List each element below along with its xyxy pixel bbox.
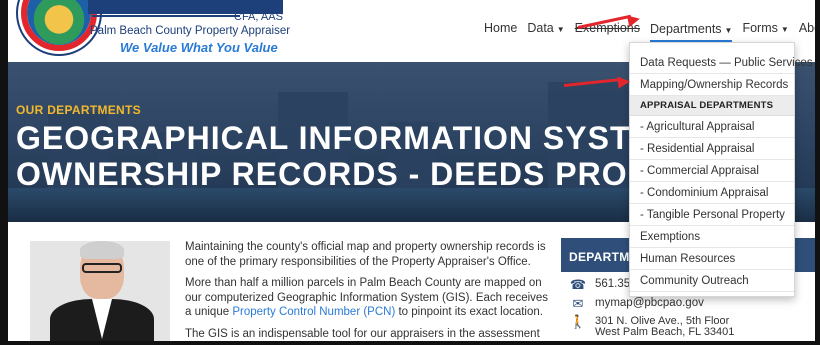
contact-address[interactable]: 🚶 301 N. Olive Ave., 5th Floor West Palm… — [561, 314, 815, 338]
annotation-arrowhead — [617, 75, 631, 89]
department-description: Maintaining the county's official map an… — [185, 240, 551, 341]
menu-item-tangible-personal-property[interactable]: - Tangible Personal Property — [630, 204, 794, 226]
departments-dropdown-menu: Data Requests — Public Services Mapping/… — [629, 42, 813, 297]
section-kicker: OUR DEPARTMENTS — [16, 103, 141, 117]
menu-item-condominium[interactable]: - Condominium Appraisal — [630, 182, 794, 204]
description-paragraph-1: Maintaining the county's official map an… — [185, 241, 546, 268]
photo-glasses — [82, 263, 122, 273]
description-paragraph-2: More than half a million parcels in Palm… — [185, 276, 551, 320]
menu-item-commercial[interactable]: - Commercial Appraisal — [630, 160, 794, 182]
menu-item-mapping-ownership-records[interactable]: Mapping/Ownership Records — [630, 74, 794, 96]
nav-data-label: Data — [527, 21, 554, 35]
main-nav: Home Data ▼ Exemptions Departments ▼ Forms… — [484, 18, 815, 42]
menu-item-agricultural[interactable]: - Agricultural Appraisal — [630, 116, 794, 138]
nav-forms-label: Forms — [742, 21, 778, 35]
menu-item-data-requests[interactable]: Data Requests — Public Services — [630, 52, 813, 74]
nav-about-label: About — [798, 21, 815, 35]
staff-photo — [30, 241, 170, 341]
photo-hair — [80, 241, 124, 259]
menu-item-community-outreach[interactable]: Community Outreach — [630, 270, 794, 292]
chevron-down-icon: ▼ — [724, 25, 733, 35]
pcn-link[interactable]: Property Control Number (PCN) — [232, 306, 395, 318]
email-address: mymap@pbcpao.gov — [595, 297, 704, 309]
brand-credentials: CFA, AAS — [234, 11, 283, 23]
nav-forms[interactable]: Forms ▼ — [742, 21, 788, 35]
menu-item-human-resources[interactable]: Human Resources — [630, 248, 794, 270]
address-line-2: West Palm Beach, FL 33401 — [595, 326, 735, 338]
p2-text-after: to pinpoint its exact location. — [395, 306, 543, 318]
description-paragraph-3: The GIS is an indispensable tool for our… — [185, 327, 540, 340]
walking-person-icon: 🚶 — [569, 314, 587, 329]
nav-data[interactable]: Data ▼ — [527, 21, 564, 35]
chevron-down-icon: ▼ — [556, 25, 565, 34]
brand-subtitle: Palm Beach County Property Appraiser — [90, 25, 291, 37]
nav-departments-label: Departments — [649, 21, 722, 36]
page: CFA, AAS Palm Beach County Property Appr… — [8, 0, 815, 341]
menu-section-header: APPRAISAL DEPARTMENTS — [630, 96, 794, 116]
contact-email[interactable]: ✉ mymap@pbcpao.gov — [561, 297, 815, 316]
annotation-arrowhead — [626, 12, 642, 28]
brand-divider — [92, 15, 240, 17]
menu-item-residential[interactable]: - Residential Appraisal — [630, 138, 794, 160]
chevron-down-icon: ▼ — [780, 25, 789, 34]
menu-item-exemptions[interactable]: Exemptions — [630, 226, 794, 248]
nav-about[interactable]: About▼ — [799, 21, 815, 35]
envelope-icon: ✉ — [572, 296, 584, 311]
nav-departments[interactable]: Departments ▼ — [649, 21, 733, 42]
brand-tagline: We Value What You Value — [120, 40, 278, 55]
phone-icon: ☎ — [569, 277, 587, 292]
nav-home[interactable]: Home — [484, 21, 517, 35]
